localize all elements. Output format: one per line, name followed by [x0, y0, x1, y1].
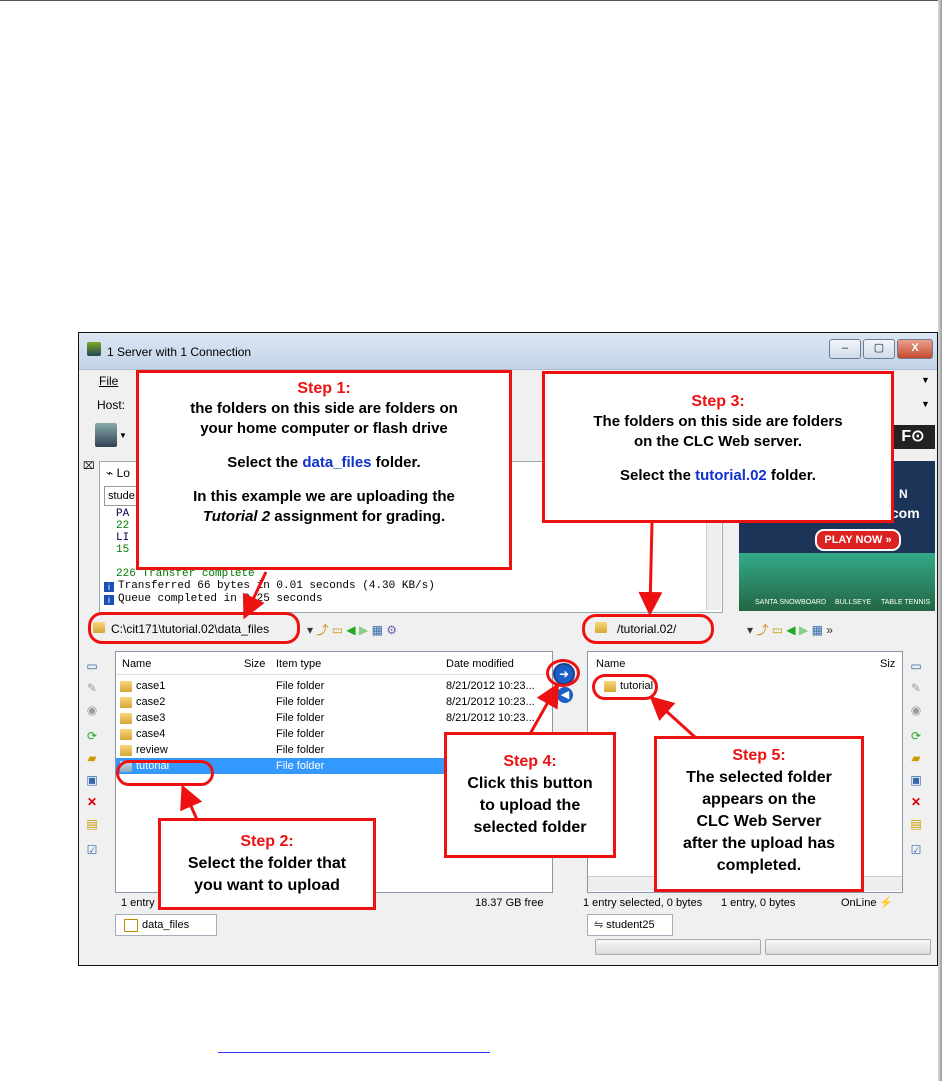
step2-line2: you want to upload	[194, 877, 340, 894]
hyperlink-underline[interactable]	[218, 1052, 490, 1053]
step1-ex2-italic: Tutorial 2	[202, 508, 271, 525]
step1-ex2: Tutorial 2 assignment for grading.	[139, 507, 509, 527]
step5-line3: CLC Web Server	[696, 813, 822, 830]
step3-line2: on the CLC Web server.	[633, 433, 803, 450]
step1-line2: your home computer or flash drive	[200, 420, 448, 437]
step3-select-pre: Select the	[620, 467, 696, 484]
step1-title: Step 1:	[297, 380, 351, 397]
step5-line1: The selected folder	[686, 769, 832, 786]
step1-select-post: folder.	[371, 454, 421, 471]
step4-line2: to upload the	[479, 797, 581, 814]
step4-title: Step 4:	[503, 753, 557, 770]
step4-line3: selected folder	[473, 819, 587, 836]
step5-line2: appears on the	[702, 791, 816, 808]
callout-step3: Step 3: The folders on this side are fol…	[542, 371, 894, 523]
step3-select-post: folder.	[766, 467, 816, 484]
step4-line1: Click this button	[467, 775, 593, 792]
callout-step5: Step 5: The selected folder appears on t…	[654, 736, 864, 892]
step3-folder-name: tutorial.02	[695, 467, 767, 484]
step3-title: Step 3:	[691, 393, 745, 410]
step1-ex1: In this example we are uploading the	[193, 488, 455, 505]
step3-select: Select the tutorial.02 folder.	[545, 466, 891, 486]
step1-ex2-rest: assignment for grading.	[270, 508, 446, 525]
step5-line4: after the upload has	[682, 835, 836, 852]
callout-step1: Step 1: the folders on this side are fol…	[136, 370, 512, 570]
step1-folder-name: data_files	[302, 454, 372, 471]
step1-select-pre: Select the	[227, 454, 303, 471]
step2-title: Step 2:	[240, 833, 294, 850]
step5-line5: completed.	[716, 857, 802, 874]
step3-line1: The folders on this side are folders	[593, 413, 843, 430]
callout-step2: Step 2: Select the folder that you want …	[158, 818, 376, 910]
step2-line1: Select the folder that	[187, 855, 347, 872]
step1-select: Select the data_files folder.	[139, 453, 509, 473]
step1-line1: the folders on this side are folders on	[190, 400, 458, 417]
callout-step4: Step 4: Click this button to upload the …	[444, 732, 616, 858]
step5-title: Step 5:	[732, 747, 786, 764]
